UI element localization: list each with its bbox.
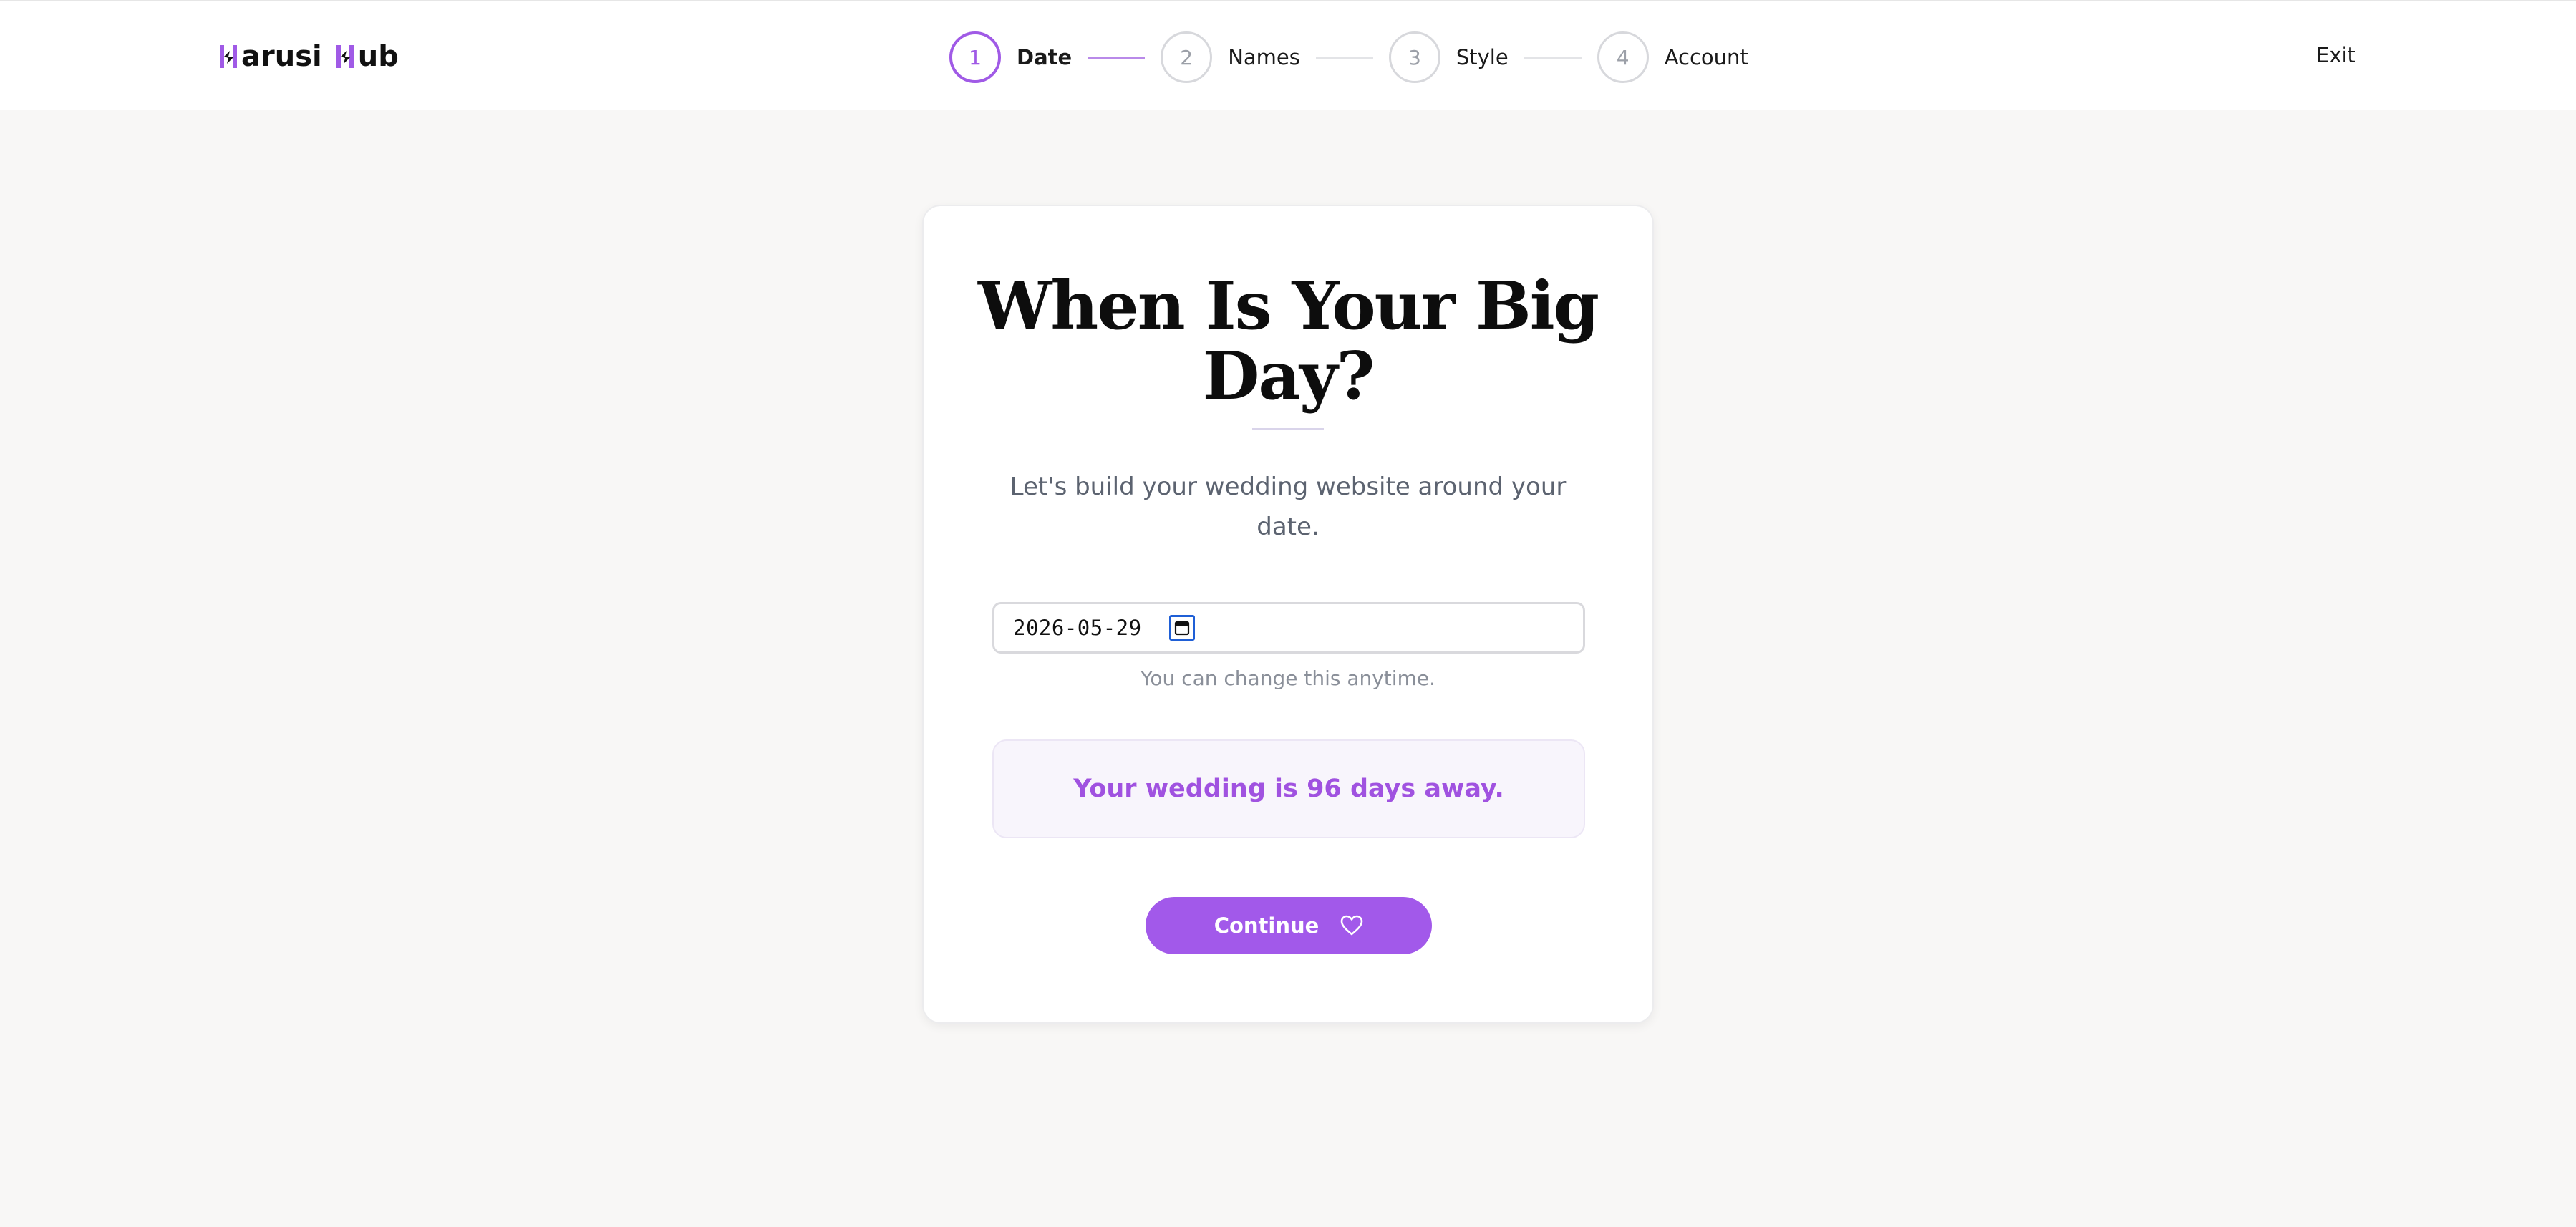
step-number: 1: [949, 31, 1001, 83]
countdown-banner: Your wedding is 96 days away.: [992, 739, 1585, 838]
continue-label: Continue: [1214, 913, 1320, 938]
step-style[interactable]: 3 Style: [1388, 31, 1509, 83]
step-number: 2: [1161, 31, 1213, 83]
page-title: When Is Your Big Day?: [978, 267, 1599, 414]
logo-word-first: arusi: [241, 40, 322, 73]
wedding-date-input[interactable]: 2026-05-29: [992, 602, 1585, 654]
step-number: 4: [1597, 31, 1649, 83]
step-account[interactable]: 4 Account: [1597, 31, 1748, 83]
step-label: Names: [1228, 45, 1300, 69]
countdown-text: Your wedding is 96 days away.: [1073, 775, 1504, 803]
calendar-icon[interactable]: [1169, 615, 1195, 641]
continue-button[interactable]: Continue: [1146, 897, 1432, 954]
logo-mark-icon: [335, 42, 357, 71]
brand-logo[interactable]: arusi ub: [218, 37, 399, 76]
page-subtitle: Let's build your wedding website around …: [1009, 472, 1567, 541]
logo-word-second: ub: [357, 40, 399, 73]
date-hint: You can change this anytime.: [1141, 666, 1435, 690]
progress-stepper: 1 Date 2 Names 3 Style 4 Account: [949, 31, 1748, 83]
step-names[interactable]: 2 Names: [1161, 31, 1300, 83]
step-label: Account: [1664, 45, 1748, 69]
step-label: Date: [1017, 45, 1072, 69]
logo-mark-icon: [218, 42, 240, 71]
step-label: Style: [1456, 45, 1509, 69]
date-input-value: 2026-05-29: [1013, 616, 1142, 640]
top-header: arusi ub 1 Date 2 Names 3 Style 4 Accoun…: [0, 0, 2576, 110]
date-step-card: When Is Your Big Day? Let's build your w…: [922, 205, 1654, 1024]
step-connector: [1088, 56, 1146, 59]
step-connector: [1524, 56, 1582, 59]
step-date[interactable]: 1 Date: [949, 31, 1072, 83]
title-divider: [1252, 428, 1324, 430]
step-number: 3: [1388, 31, 1440, 83]
step-connector: [1315, 56, 1373, 59]
exit-link[interactable]: Exit: [2316, 43, 2355, 67]
heart-icon: [1340, 915, 1363, 936]
